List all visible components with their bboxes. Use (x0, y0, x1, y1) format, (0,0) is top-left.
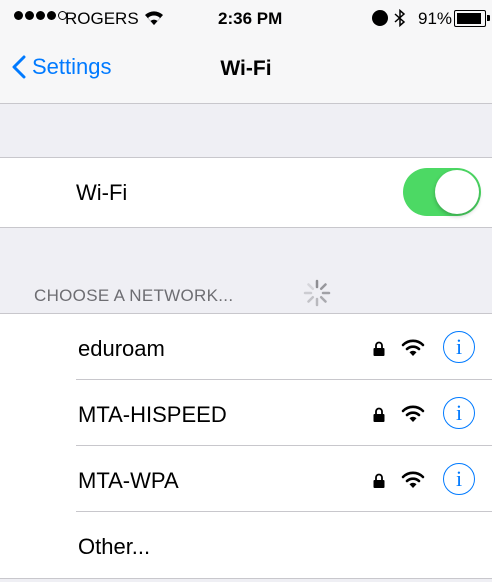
top-bar: ROGERS 2:36 PM 91% Settings Wi-Fi (0, 0, 492, 104)
section-header: CHOOSE A NETWORK... (34, 286, 234, 305)
section-spacer (0, 104, 492, 158)
lock-icon (373, 341, 385, 361)
lock-icon (373, 473, 385, 493)
info-icon[interactable]: i (443, 463, 475, 495)
wifi-toggle-row: Wi-Fi (0, 158, 492, 228)
lock-icon (373, 407, 385, 427)
other-network-label: Other... (78, 534, 151, 559)
cellular-signal-icon (14, 11, 67, 20)
wifi-toggle[interactable] (403, 168, 481, 216)
page-title: Wi-Fi (220, 57, 272, 80)
status-bar: ROGERS 2:36 PM 91% (0, 0, 492, 40)
toggle-knob (435, 170, 479, 214)
carrier-name: ROGERS (65, 9, 139, 28)
info-icon[interactable]: i (443, 397, 475, 429)
navigation-bar: Settings Wi-Fi (0, 40, 492, 104)
wifi-signal-icon (401, 338, 425, 362)
battery-percent: 91% (418, 9, 453, 28)
network-name: MTA-HISPEED (78, 402, 227, 427)
info-icon[interactable]: i (443, 331, 475, 363)
section-spacer: CHOOSE A NETWORK... (0, 228, 492, 314)
network-name: eduroam (78, 336, 165, 361)
network-row[interactable]: MTA-HISPEED i (0, 380, 492, 446)
wifi-status-icon (144, 10, 164, 31)
status-time: 2:36 PM (218, 9, 283, 28)
wifi-label: Wi-Fi (76, 180, 128, 205)
network-name: MTA-WPA (78, 468, 179, 493)
loading-spinner-icon (302, 278, 332, 313)
bluetooth-icon (394, 8, 406, 32)
network-row[interactable]: eduroam i (0, 314, 492, 380)
alarm-icon (372, 10, 388, 26)
battery-icon (454, 10, 490, 27)
wifi-signal-icon (401, 470, 425, 494)
network-list: eduroam i MTA-HISPEED i MTA-WPA i Other.… (0, 314, 492, 579)
network-row[interactable]: MTA-WPA i (0, 446, 492, 512)
other-network-row[interactable]: Other... (0, 512, 492, 578)
wifi-signal-icon (401, 404, 425, 428)
